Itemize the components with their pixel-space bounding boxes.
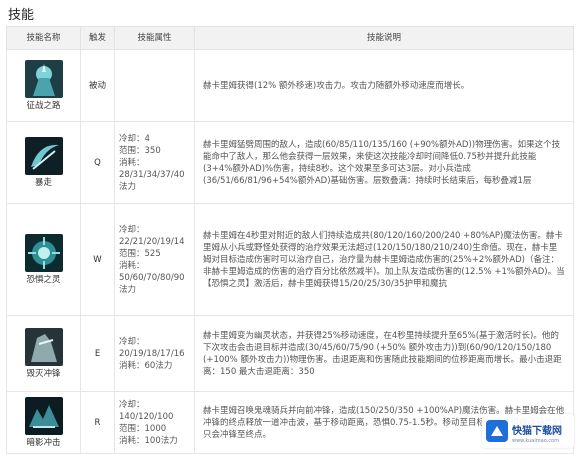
skill-name: 暗影冲击 — [26, 437, 61, 448]
spirit-orb-icon — [24, 233, 63, 272]
watermark-text: 快猫下载网 — [512, 425, 562, 437]
skill-name: 征战之路 — [26, 100, 61, 111]
skill-attributes — [114, 49, 195, 122]
skill-name: 毁灭冲锋 — [26, 368, 61, 379]
skill-cost: 消耗：28/31/34/37/40法力 — [119, 157, 185, 192]
scythe-icon — [24, 136, 63, 175]
skill-cooldown: 冷却：22/21/20/19/14 — [119, 224, 185, 247]
skill-range: 范围：525 — [119, 248, 161, 259]
header-skill-name: 技能名称 — [6, 26, 81, 50]
skill-description: 赫卡里姆猛劈周围的敌人，造成(60/85/110/135/160 (+90%额外… — [194, 121, 574, 204]
skill-cooldown: 冷却：4 — [119, 133, 150, 144]
skill-key: 被动 — [80, 49, 115, 122]
watermark: 快猫下载网 www.kuaimao.com — [482, 414, 574, 448]
skill-key: Q — [80, 121, 115, 204]
skill-description: 赫卡里姆获得(12% 额外移速)攻击力。攻击力随额外移动速度而增长。 — [194, 49, 574, 122]
header-description: 技能说明 — [194, 26, 574, 50]
skill-cost: 消耗：50/60/70/80/90法力 — [119, 260, 185, 295]
skill-name: 恐惧之灵 — [26, 274, 61, 285]
skill-cost: 消耗：60法力 — [119, 360, 173, 371]
table-row: 毁灭冲锋 E 冷却：20/19/18/17/16 消耗：60法力 赫卡里姆变为幽… — [6, 315, 574, 392]
charge-rider-icon — [24, 327, 63, 366]
skill-key: R — [80, 391, 115, 454]
skill-cost: 消耗：100法力 — [119, 435, 178, 446]
shadow-cavalry-icon — [24, 396, 63, 435]
skills-table: 技能名称 触发 技能属性 技能说明 征战之路 被动 赫卡里姆获得(12% 额外移… — [6, 26, 574, 454]
skill-key: W — [80, 203, 115, 316]
header-trigger: 触发 — [80, 26, 115, 50]
table-row: 征战之路 被动 赫卡里姆获得(12% 额外移速)攻击力。攻击力随额外移动速度而增… — [6, 49, 574, 122]
table-row: 恐惧之灵 W 冷却：22/21/20/19/14 范围：525 消耗：50/60… — [6, 203, 574, 316]
table-row: 暴走 Q 冷却：4 范围：350 消耗：28/31/34/37/40法力 赫卡里… — [6, 121, 574, 204]
skill-description: 赫卡里姆变为幽灵状态，并获得25%移动速度，在4秒里持续提升至65%(基于激活时… — [194, 315, 574, 392]
watermark-logo-icon — [486, 420, 508, 442]
skill-cooldown: 冷却：140/120/100 — [119, 399, 174, 422]
skill-description: 赫卡里姆在4秒里对附近的敌人们持续造成共(80/120/160/200/240 … — [194, 203, 574, 316]
skill-range: 范围：1000 — [119, 423, 167, 434]
watermark-url: www.kuaimao.com — [512, 437, 559, 444]
section-title: 技能 — [8, 8, 35, 23]
table-header-row: 技能名称 触发 技能属性 技能说明 — [6, 26, 574, 50]
header-attributes: 技能属性 — [114, 26, 195, 50]
skill-cooldown: 冷却：20/19/18/17/16 — [119, 336, 185, 359]
skill-key: E — [80, 315, 115, 392]
passive-rider-icon — [24, 59, 63, 98]
skill-name: 暴走 — [34, 177, 52, 188]
skill-range: 范围：350 — [119, 145, 161, 156]
